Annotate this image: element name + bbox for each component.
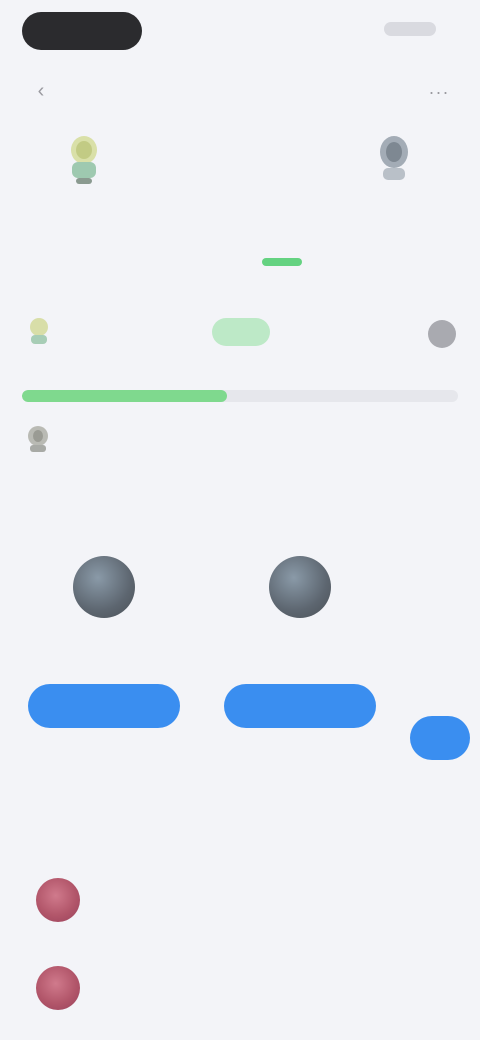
avatar[interactable] xyxy=(36,878,80,922)
user-card[interactable] xyxy=(212,540,388,780)
more-horizontal-icon[interactable]: ··· xyxy=(424,82,454,102)
list-item[interactable] xyxy=(22,872,462,928)
active-tab-indicator xyxy=(262,258,302,266)
follow-button[interactable] xyxy=(224,684,376,728)
progress-caption-right xyxy=(410,368,460,384)
follow-button[interactable] xyxy=(410,716,470,760)
list-item[interactable] xyxy=(22,960,462,1016)
tab-3[interactable] xyxy=(194,233,206,237)
bet-progress-bar xyxy=(22,390,458,402)
suggested-users-title xyxy=(20,498,350,524)
suggested-users-carousel[interactable] xyxy=(16,540,480,790)
home-team-logo-icon[interactable] xyxy=(62,132,106,188)
odds-badge[interactable] xyxy=(212,318,270,346)
chevron-left-icon[interactable]: ‹ xyxy=(30,80,52,102)
away-team-logo-icon[interactable] xyxy=(372,132,416,188)
avatar[interactable] xyxy=(269,556,331,618)
bet-team-icon xyxy=(26,316,52,346)
bet-progress-fill xyxy=(22,390,227,402)
home-team-score xyxy=(112,148,152,174)
tab-2[interactable] xyxy=(114,233,126,237)
tab-4-active[interactable] xyxy=(274,233,286,237)
tab-6[interactable] xyxy=(434,233,446,237)
page-title xyxy=(160,74,320,100)
fans-section-link[interactable] xyxy=(404,818,464,838)
bet-section-title xyxy=(22,270,102,296)
status-indicators xyxy=(384,22,436,36)
tab-5[interactable] xyxy=(354,233,366,237)
progress-caption-left xyxy=(26,368,86,384)
user-card[interactable] xyxy=(16,540,192,780)
match-tabs xyxy=(0,222,480,248)
bet-team-name xyxy=(58,322,118,342)
tab-1[interactable] xyxy=(34,233,46,237)
user-card[interactable] xyxy=(410,540,480,780)
away-team-score xyxy=(342,148,372,174)
bet-section-link[interactable] xyxy=(410,274,466,294)
avatar[interactable] xyxy=(36,966,80,1010)
fans-section-title xyxy=(22,814,102,840)
avatar[interactable] xyxy=(73,556,135,618)
bet-amount xyxy=(384,322,424,342)
status-pill xyxy=(22,12,142,50)
avatar[interactable] xyxy=(428,320,456,348)
follow-button[interactable] xyxy=(28,684,180,728)
mascot-icon xyxy=(24,424,52,454)
score-separator xyxy=(236,152,248,170)
